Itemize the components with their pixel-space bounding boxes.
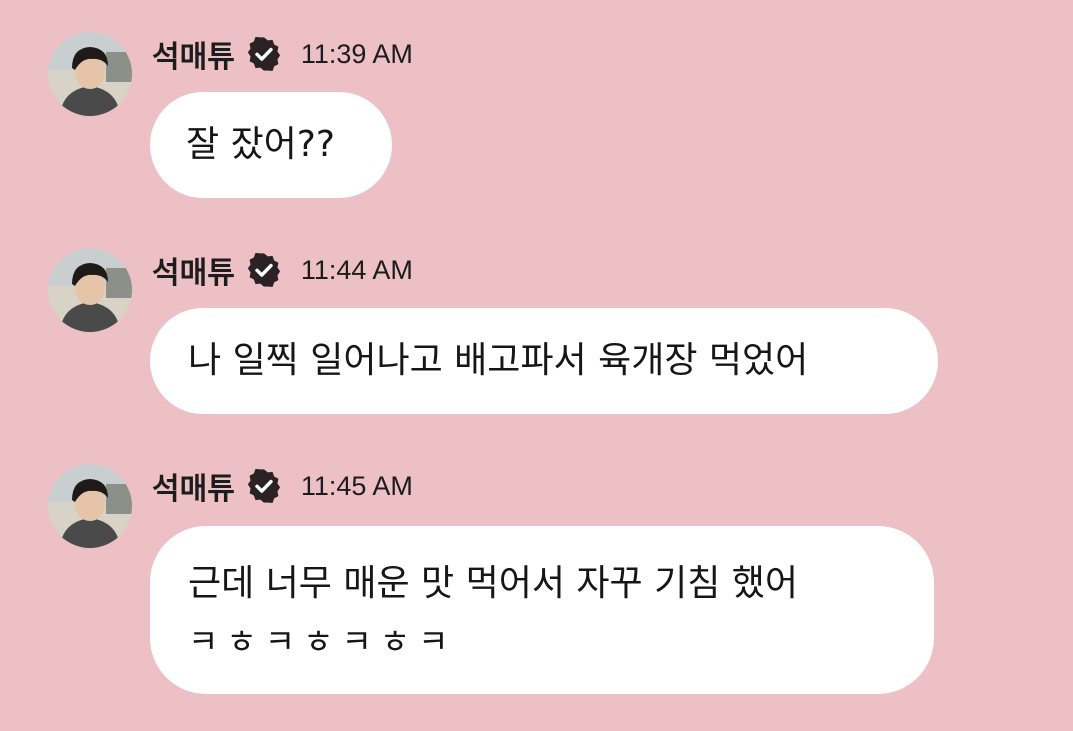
sender-name[interactable]: 석매튜: [152, 32, 235, 76]
message-text: 나 일찍 일어나고 배고파서 육개장 먹었어: [188, 340, 809, 381]
message-text: 잘 잤어??: [186, 124, 336, 165]
message-header: 석매튜 11:44 AM: [152, 248, 413, 292]
verified-badge-icon: [245, 251, 283, 289]
avatar-image: [48, 464, 132, 548]
message-text-line: 근데 너무 매운 맛 먹어서 자꾸 기침 했어: [188, 563, 799, 604]
verified-badge-icon: [245, 35, 283, 73]
message-bubble[interactable]: 근데 너무 매운 맛 먹어서 자꾸 기침 했어 ㅋㅎㅋㅎㅋㅎㅋ: [150, 526, 934, 694]
verified-badge-icon: [245, 467, 283, 505]
avatar[interactable]: [48, 464, 132, 548]
message-bubble[interactable]: 나 일찍 일어나고 배고파서 육개장 먹었어: [150, 308, 938, 414]
avatar[interactable]: [48, 32, 132, 116]
avatar-image: [48, 248, 132, 332]
sender-name[interactable]: 석매튜: [152, 248, 235, 292]
avatar-image: [48, 32, 132, 116]
avatar[interactable]: [48, 248, 132, 332]
message-bubble[interactable]: 잘 잤어??: [150, 92, 392, 198]
message-text-line: ㅋㅎㅋㅎㅋㅎㅋ: [188, 622, 457, 661]
message-header: 석매튜 11:45 AM: [152, 464, 413, 508]
chat-thread: 석매튜 11:39 AM 잘 잤어?? 석매튜 11:44 AM 나 일찍 일어…: [0, 0, 1073, 731]
message-header: 석매튜 11:39 AM: [152, 32, 413, 76]
timestamp: 11:39 AM: [300, 38, 413, 69]
timestamp: 11:45 AM: [300, 470, 413, 501]
timestamp: 11:44 AM: [300, 254, 413, 285]
sender-name[interactable]: 석매튜: [152, 464, 235, 508]
